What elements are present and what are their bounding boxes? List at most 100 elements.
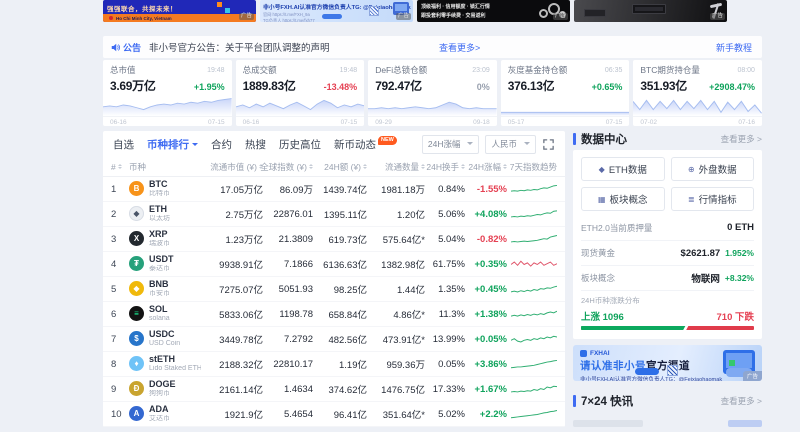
volume-24h-cell: 1395.11亿 (313, 207, 367, 221)
table-row[interactable]: 7 $ USDC USD Coin 3449.78亿 7.2792 482.56… (103, 327, 565, 352)
stat-label: DeFi总锁仓额 (375, 64, 427, 76)
tab-币种排行[interactable]: 币种排行 (147, 137, 198, 152)
turnover-cell: 17.33% (425, 384, 465, 395)
table-body: 1 B BTC 比特币 17.05万亿 86.09万 1439.74亿 1981… (103, 177, 565, 427)
data-row-现货黄金[interactable]: 现货黄金$2621.871.952% (581, 240, 754, 265)
table-row[interactable]: 6 ≡ SOL solana 5833.06亿 1198.78 658.84亿 … (103, 302, 565, 327)
supply-cell: 473.91亿* (367, 332, 425, 346)
market-cap-cell: 2.75万亿 (203, 207, 263, 221)
column-header[interactable]: 全球指数 (¥) (263, 161, 313, 173)
coin-cell: ≡ SOL solana (129, 305, 203, 323)
data-row-板块概念[interactable]: 板块概念物联网+8.32% (581, 265, 754, 290)
filter-select-24H涨幅[interactable]: 24H涨幅 (422, 135, 480, 154)
stat-card[interactable]: DeFi总锁仓额 23:09 792.47亿 0% 09-29 09-18 (368, 60, 497, 126)
ad-banner-4[interactable]: 广告 (574, 0, 727, 22)
data-center-button-ETH数据[interactable]: ◆ETH数据 (581, 157, 665, 181)
announcement-more-link[interactable]: 查看更多> (439, 41, 480, 54)
column-header[interactable]: 流通数量 (367, 161, 425, 173)
rank-cell: 8 (111, 359, 129, 370)
rank-cell: 2 (111, 209, 129, 220)
stat-card[interactable]: 灰度基金持仓额 06:35 376.13亿 +0.65% 05-17 07-15 (501, 60, 630, 126)
stat-label: 总成交额 (243, 64, 277, 76)
stat-card[interactable]: 总成交额 19:48 1889.83亿 -13.48% 06-16 07-15 (236, 60, 365, 126)
tab-热搜[interactable]: 热搜 (245, 137, 266, 152)
volume-24h-cell: 1.19亿 (313, 357, 367, 371)
change-24h-cell: -0.82% (465, 234, 507, 245)
stat-card[interactable]: BTC期货持仓量 08:00 351.93亿 +2908.47% 07-02 0… (633, 60, 762, 126)
ad-banner-2[interactable]: 非小号FXH.AI认准官方微信负责人TG: @Feixiaohaomak 官网 … (260, 0, 413, 22)
news-more-link[interactable]: 查看更多 > (721, 395, 762, 407)
coin-icon: ◆ (129, 206, 144, 221)
tab-合约[interactable]: 合约 (211, 137, 232, 152)
sidebar-promo-banner[interactable]: FXHAI 请认准非小号官方渠道 非小号FXH.AI认准官方微信负责人TG：@F… (573, 345, 762, 381)
supply-cell: 4.86亿* (367, 307, 425, 321)
table-row[interactable]: 5 ◆ BNB 币安币 7275.07亿 5051.93 98.25亿 1.44… (103, 277, 565, 302)
stat-card[interactable]: 总市值 19:48 3.69万亿 +1.95% 06-16 07-15 (103, 60, 232, 126)
table-row[interactable]: 1 B BTC 比特币 17.05万亿 86.09万 1439.74亿 1981… (103, 177, 565, 202)
fullscreen-icon[interactable] (542, 138, 555, 151)
stat-sparkline (236, 94, 365, 116)
data-center-button-外盘数据[interactable]: ⊕外盘数据 (671, 157, 755, 181)
tutorial-link[interactable]: 新手教程 (716, 41, 752, 54)
market-cap-cell: 2188.32亿 (203, 357, 263, 371)
table-row[interactable]: 4 ₮ USDT 泰达币 9938.91亿 7.1866 6136.63亿 13… (103, 252, 565, 277)
global-index-cell: 1198.78 (263, 309, 313, 320)
data-center-button-行情指标[interactable]: ≣行情指标 (671, 187, 755, 211)
turnover-cell: 0.84% (425, 184, 465, 195)
table-row[interactable]: 10 A ADA 艾达币 1921.9亿 5.4654 96.41亿 351.6… (103, 402, 565, 427)
ad-tag: 广告 (239, 13, 254, 21)
column-header[interactable]: 24H涨幅 (465, 161, 507, 173)
ad1-location-strip: Ho Chi Minh City, Vietnam (103, 14, 256, 22)
global-index-cell: 22876.01 (263, 209, 313, 220)
sort-icon (118, 162, 122, 171)
global-index-cell: 5051.93 (263, 284, 313, 295)
table-row[interactable]: 8 ♦ stETH Lido Staked ETH 2188.32亿 22810… (103, 352, 565, 377)
tab-历史高位[interactable]: 历史高位 (279, 137, 321, 152)
announcement-text[interactable]: 非小号官方公告：关于平台团队调整的声明 (149, 40, 330, 54)
stat-timestamp: 08:00 (737, 67, 755, 74)
stat-date-from: 09-29 (375, 119, 392, 126)
announcement-tag-label: 公告 (123, 41, 141, 54)
coin-symbol: USDT (149, 255, 174, 265)
column-header[interactable]: 24H换手 (425, 161, 465, 173)
ad-banner-1[interactable]: 强强联合，共探未来！ Ho Chi Minh City, Vietnam 广告 (103, 0, 256, 22)
volume-24h-cell: 658.84亿 (313, 307, 367, 321)
data-row-ETH2.0当前质押量[interactable]: ETH2.0当前质押量0 ETH (581, 215, 754, 240)
tab-新币动态[interactable]: 新币动态NEW (334, 137, 397, 152)
promo-brand: FXHAI (590, 350, 610, 357)
volume-24h-cell: 619.73亿 (313, 232, 367, 246)
column-header[interactable]: 流通市值 (¥) (203, 161, 263, 173)
table-row[interactable]: 9 Ð DOGE 狗狗币 2161.14亿 1.4634 374.62亿 147… (103, 377, 565, 402)
promo-follow-button[interactable] (635, 368, 659, 375)
stat-date-to: 09-18 (473, 119, 490, 126)
change-24h-cell: +4.08% (465, 209, 507, 220)
coin-icon: Ð (129, 381, 144, 396)
ad-banner-3[interactable]: 顶级福利 · 信用额度 · 锁汇行情 跟投套利零手续费 · 交易返利 广告 (417, 0, 570, 22)
coin-icon: ◆ (129, 281, 144, 296)
market-cap-cell: 1.23万亿 (203, 232, 263, 246)
data-center-button-板块概念[interactable]: ▦板块概念 (581, 187, 665, 211)
column-header[interactable]: 24H额 (¥) (313, 161, 367, 173)
stat-change: +0.65% (592, 82, 623, 92)
table-row[interactable]: 3 X XRP 瑞波币 1.23万亿 21.3809 619.73亿 575.6… (103, 227, 565, 252)
speaker-icon (111, 43, 120, 52)
coin-name: 狗狗币 (149, 390, 176, 398)
change-24h-cell: +1.67% (465, 384, 507, 395)
table-row[interactable]: 2 ◆ ETH 以太坊 2.75万亿 22876.01 1395.11亿 1.2… (103, 202, 565, 227)
supply-cell: 959.36万 (367, 357, 425, 371)
column-header[interactable]: # (111, 162, 129, 172)
global-index-cell: 5.4654 (263, 409, 313, 420)
ad3-chain-ring (539, 9, 548, 18)
ad-tag: 广告 (710, 13, 725, 21)
tab-自选[interactable]: 自选 (113, 137, 134, 152)
data-center-title: 数据中心 (581, 131, 627, 147)
table-header-row: #币种流通市值 (¥)全球指数 (¥)24H额 (¥)流通数量24H换手24H涨… (103, 157, 565, 177)
ad2-button[interactable] (322, 14, 342, 19)
coin-name: 以太坊 (149, 215, 170, 223)
turnover-cell: 61.75% (425, 259, 465, 270)
coin-icon: A (129, 406, 144, 421)
stat-sparkline (368, 94, 497, 116)
filter-select-人民币[interactable]: 人民币 (485, 135, 536, 154)
section-accent-bar (573, 133, 576, 145)
data-center-more-link[interactable]: 查看更多 > (721, 133, 762, 145)
